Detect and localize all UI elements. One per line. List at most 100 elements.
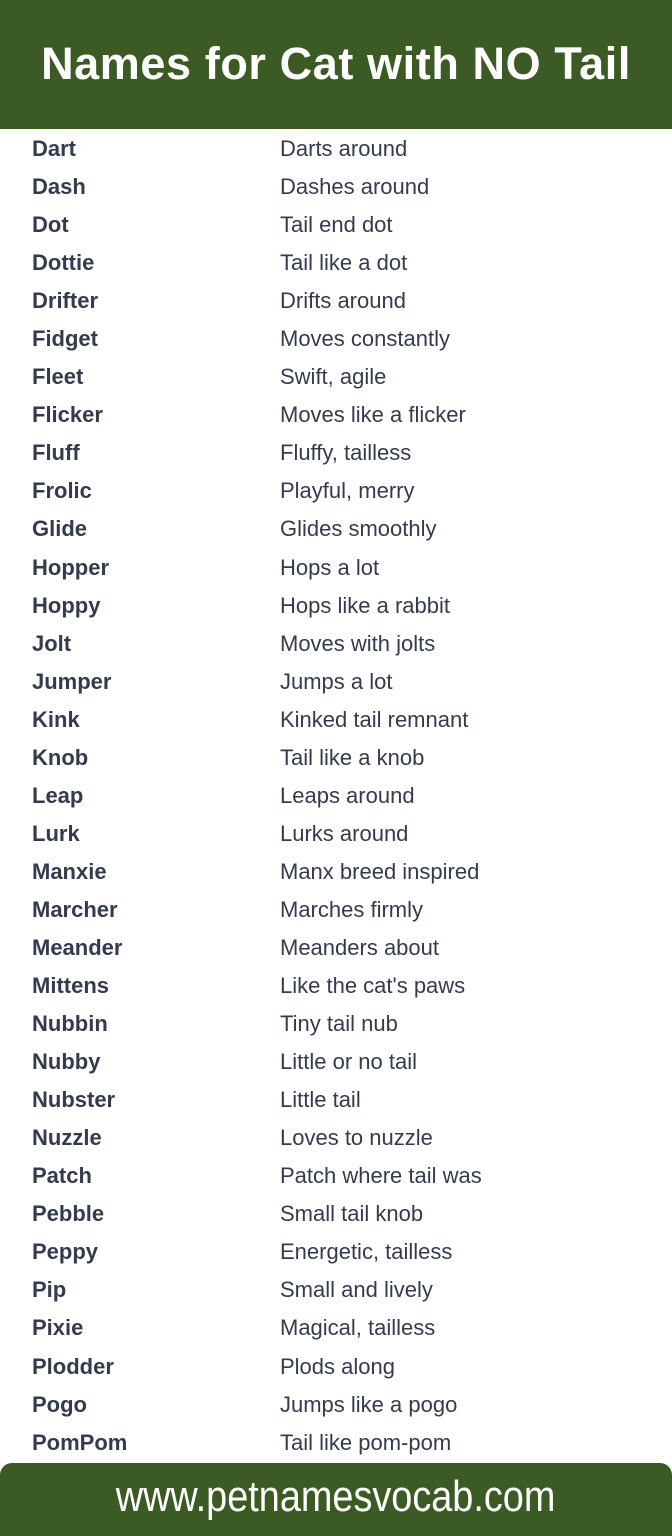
cat-name: Dottie <box>32 250 95 276</box>
name-description: Like the cat's paws <box>280 973 466 999</box>
name-description: Fluffy, tailless <box>280 440 412 466</box>
table-row: Fleet Swift, agile <box>22 358 672 396</box>
name-description: Jumps a lot <box>280 668 393 694</box>
names-table: Dart Darts around Dash Dashes around Dot Tail… <box>22 130 672 1462</box>
name-description: Loves to nuzzle <box>280 1125 433 1151</box>
table-row: Dottie Tail like a dot <box>22 244 672 282</box>
name-description: Drifts around <box>280 288 406 314</box>
table-row: Leap Leaps around <box>22 777 672 815</box>
name-description: Moves with jolts <box>280 630 436 656</box>
cat-name: Manxie <box>32 858 107 884</box>
cat-name: Pip <box>32 1277 67 1303</box>
cat-name: Frolic <box>32 478 92 504</box>
name-description: Small and lively <box>280 1277 433 1303</box>
header-banner: Names for Cat with NO Tail <box>0 0 672 129</box>
name-description: Manx breed inspired <box>280 858 480 884</box>
name-description: Little or no tail <box>280 1049 417 1075</box>
cat-name: Hoppy <box>32 592 101 618</box>
name-description: Tail like a dot <box>280 250 408 276</box>
table-row: Knob Tail like a knob <box>22 739 672 777</box>
name-description: Magical, tailless <box>280 1315 436 1341</box>
table-row: Dot Tail end dot <box>22 206 672 244</box>
table-row: Glide Glides smoothly <box>22 510 672 548</box>
name-description: Energetic, tailless <box>280 1239 453 1265</box>
cat-name: Glide <box>32 516 88 542</box>
cat-name: Fleet <box>32 364 84 390</box>
name-description: Hops a lot <box>280 554 380 580</box>
table-row: Plodder Plods along <box>22 1348 672 1386</box>
name-description: Leaps around <box>280 782 415 808</box>
name-description: Glides smoothly <box>280 516 437 542</box>
name-description: Kinked tail remnant <box>280 706 469 732</box>
name-description: Swift, agile <box>280 364 387 390</box>
cat-name: Mittens <box>32 973 109 999</box>
table-row: Nubster Little tail <box>22 1081 672 1119</box>
name-description: Playful, merry <box>280 478 415 504</box>
table-row: Lurk Lurks around <box>22 815 672 853</box>
table-row: Dash Dashes around <box>22 168 672 206</box>
cat-name: Peppy <box>32 1239 99 1265</box>
cat-name: Flicker <box>32 402 103 428</box>
table-row: Pip Small and lively <box>22 1271 672 1309</box>
table-row: Patch Patch where tail was <box>22 1157 672 1195</box>
cat-name: Pogo <box>32 1391 87 1417</box>
cat-name: Dart <box>32 136 77 162</box>
name-description: Tail like a knob <box>280 744 425 770</box>
cat-name: Dot <box>32 212 69 238</box>
cat-name: Fidget <box>32 326 98 352</box>
name-description: Patch where tail was <box>280 1163 482 1189</box>
table-row: Drifter Drifts around <box>22 282 672 320</box>
table-row: Fidget Moves constantly <box>22 320 672 358</box>
cat-name: Nuzzle <box>32 1125 102 1151</box>
cat-name: Plodder <box>32 1353 114 1379</box>
cat-name: Kink <box>32 706 80 732</box>
table-row: Hopper Hops a lot <box>22 549 672 587</box>
name-description: Tiny tail nub <box>280 1011 398 1037</box>
footer-banner: www.petnamesvocab.com <box>0 1463 672 1536</box>
name-description: Darts around <box>280 136 408 162</box>
name-description: Meanders about <box>280 935 439 960</box>
table-row: Fluff Fluffy, tailless <box>22 434 672 472</box>
table-row: Kink Kinked tail remnant <box>22 701 672 739</box>
cat-name: Dash <box>32 174 86 200</box>
name-description: Marches firmly <box>280 896 424 922</box>
name-description: Dashes around <box>280 174 430 200</box>
cat-name: Jolt <box>32 630 72 656</box>
cat-name: Jumper <box>32 668 112 694</box>
website-url: www.petnamesvocab.com <box>116 1471 556 1521</box>
cat-name: Pebble <box>32 1201 105 1227</box>
table-row: Mittens Like the cat's paws <box>22 967 672 1005</box>
page-title: Names for Cat with NO Tail <box>41 37 631 89</box>
table-row: Marcher Marches firmly <box>22 891 672 929</box>
cat-name: Lurk <box>32 820 80 846</box>
name-description: Moves like a flicker <box>280 402 466 428</box>
cat-name: Drifter <box>32 288 99 314</box>
table-row: Dart Darts around <box>22 130 672 168</box>
table-row: Flicker Moves like a flicker <box>22 396 672 434</box>
table-row: Nubby Little or no tail <box>22 1043 672 1081</box>
name-description: Tail like pom-pom <box>280 1429 452 1455</box>
table-row: Nuzzle Loves to nuzzle <box>22 1119 672 1157</box>
cat-name: Knob <box>32 744 89 770</box>
table-row: Pogo Jumps like a pogo <box>22 1386 672 1424</box>
cat-name: Pixie <box>32 1315 84 1341</box>
table-row: Pebble Small tail knob <box>22 1195 672 1233</box>
table-row: Jolt Moves with jolts <box>22 625 672 663</box>
cat-name: Patch <box>32 1163 92 1189</box>
table-row: Meander Meanders about <box>22 929 672 967</box>
table-row: Peppy Energetic, tailless <box>22 1233 672 1271</box>
name-description: Little tail <box>280 1087 361 1113</box>
cat-name: Leap <box>32 782 84 808</box>
table-row: Jumper Jumps a lot <box>22 663 672 701</box>
table-row: PomPom Tail like pom-pom <box>22 1424 672 1462</box>
cat-name: Fluff <box>32 440 80 466</box>
name-description: Plods along <box>280 1353 395 1379</box>
cat-name: Nubby <box>32 1049 101 1075</box>
cat-name: Nubbin <box>32 1011 108 1037</box>
cat-name: Hopper <box>32 554 109 580</box>
table-row: Nubbin Tiny tail nub <box>22 1005 672 1043</box>
name-description: Moves constantly <box>280 326 450 352</box>
name-description: Tail end dot <box>280 212 393 238</box>
cat-name: Meander <box>32 935 123 960</box>
table-row: Pixie Magical, tailless <box>22 1309 672 1347</box>
